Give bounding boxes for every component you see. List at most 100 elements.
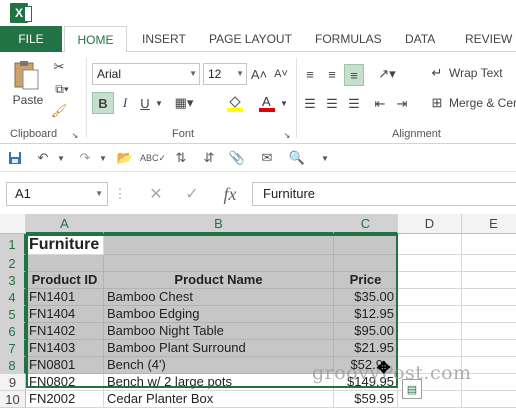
cut-icon[interactable]: ✂ [50, 58, 68, 76]
cell-product-id[interactable]: FN1402 [26, 323, 104, 340]
row-header-1[interactable]: 1 [0, 234, 26, 255]
cell-product-id[interactable]: FN2002 [26, 391, 104, 408]
orientation-icon[interactable]: ↗▾ [372, 64, 402, 84]
font-size-combo[interactable]: 12 ▼ [203, 63, 247, 85]
chevron-down-icon[interactable]: ▼ [52, 149, 70, 167]
chevron-down-icon[interactable]: ▼ [279, 92, 289, 114]
align-top-icon[interactable]: ≡ [300, 64, 320, 84]
cell-price[interactable]: $59.95 [334, 391, 398, 408]
cell-d1[interactable] [398, 234, 462, 255]
print-preview-icon[interactable]: 🔍 [288, 149, 306, 167]
formula-input[interactable]: Furniture [252, 182, 516, 206]
column-header-e[interactable]: E [462, 214, 516, 234]
wrap-text-icon[interactable]: ↵ [428, 64, 446, 82]
align-right-icon[interactable]: ☰ [344, 94, 364, 114]
row-header-3[interactable]: 3 [0, 272, 26, 289]
redo-icon[interactable]: ↷ [76, 149, 94, 167]
align-middle-icon[interactable]: ≡ [322, 64, 342, 84]
excel-app-icon[interactable]: X [10, 3, 32, 23]
underline-button[interactable]: U [136, 92, 154, 114]
borders-icon[interactable]: ▦▾ [172, 92, 196, 114]
cell-price[interactable]: $35.00 [334, 289, 398, 306]
cell-price[interactable]: $95.00 [334, 323, 398, 340]
name-box[interactable]: A1 ▼ [6, 182, 108, 206]
bold-button[interactable]: B [92, 92, 114, 114]
cell-product-name[interactable]: Bamboo Night Table [104, 323, 334, 340]
tab-file[interactable]: FILE [0, 26, 62, 52]
align-bottom-icon[interactable]: ≡ [344, 64, 364, 86]
column-header-c[interactable]: C [334, 214, 398, 234]
column-header-a[interactable]: A [26, 214, 104, 234]
font-launcher-icon[interactable]: ↘ [282, 130, 292, 140]
row-header-4[interactable]: 4 [0, 289, 26, 306]
cell-d3[interactable] [398, 272, 462, 289]
tab-home[interactable]: HOME [64, 26, 127, 53]
row-header-10[interactable]: 10 [0, 391, 26, 408]
header-product-name[interactable]: Product Name [104, 272, 334, 289]
cell-price[interactable]: $12.95 [334, 306, 398, 323]
cancel-icon[interactable]: ✕ [146, 184, 166, 204]
row-header-2[interactable]: 2 [0, 255, 26, 272]
cell-product-name[interactable]: Bamboo Chest [104, 289, 334, 306]
row-header-5[interactable]: 5 [0, 306, 26, 323]
cell-d6[interactable] [398, 323, 462, 340]
merge-center-button[interactable]: Merge & Cer [449, 94, 516, 112]
cell-product-id[interactable]: FN1401 [26, 289, 104, 306]
save-icon[interactable] [6, 149, 24, 167]
chevron-down-icon[interactable]: ▼ [94, 149, 112, 167]
row-header-9[interactable]: 9 [0, 374, 26, 391]
cell-product-id[interactable]: FN1403 [26, 340, 104, 357]
cell-d2[interactable] [398, 255, 462, 272]
cell-d5[interactable] [398, 306, 462, 323]
column-header-b[interactable]: B [104, 214, 334, 234]
quick-analysis-icon[interactable]: ▤ [402, 379, 422, 399]
cell-product-id[interactable]: FN0802 [26, 374, 104, 391]
font-color-icon[interactable]: A [256, 92, 278, 114]
insert-function-button[interactable]: fx [218, 182, 242, 206]
tab-review[interactable]: REVIEW [457, 26, 516, 52]
clipboard-launcher-icon[interactable]: ↘ [70, 130, 80, 140]
tab-formulas[interactable]: FORMULAS [307, 26, 390, 52]
spelling-icon[interactable]: ABC✓ [140, 149, 166, 167]
cell-e7[interactable] [462, 340, 516, 357]
cell-product-id[interactable]: FN0801 [26, 357, 104, 374]
row-header-8[interactable]: 8 [0, 357, 26, 374]
header-product-id[interactable]: Product ID [26, 272, 104, 289]
cell-e4[interactable] [462, 289, 516, 306]
row-header-7[interactable]: 7 [0, 340, 26, 357]
enter-icon[interactable]: ✓ [182, 184, 202, 204]
customize-qat-icon[interactable]: ▼ [316, 149, 334, 167]
tab-data[interactable]: DATA [397, 26, 443, 52]
merge-center-icon[interactable]: ⊞ [428, 94, 446, 112]
select-all-corner[interactable] [0, 214, 26, 234]
cell-b2[interactable] [104, 255, 334, 272]
cell-e3[interactable] [462, 272, 516, 289]
cell-product-name[interactable]: Bench (4') [104, 357, 334, 374]
cell-product-name[interactable]: Bench w/ 2 large pots [104, 374, 334, 391]
cell-price[interactable]: $21.95 [334, 340, 398, 357]
column-header-d[interactable]: D [398, 214, 462, 234]
copy-icon[interactable]: ⧉▾ [50, 80, 74, 98]
fill-color-icon[interactable] [224, 92, 246, 114]
font-name-combo[interactable]: Arial ▼ [92, 63, 200, 85]
cell-b1[interactable] [104, 234, 334, 255]
tab-insert[interactable]: INSERT [134, 26, 194, 52]
increase-indent-icon[interactable]: ⇥ [392, 94, 412, 114]
cell-e10[interactable] [462, 391, 516, 408]
cell-product-id[interactable]: FN1404 [26, 306, 104, 323]
cell-product-name[interactable]: Cedar Planter Box [104, 391, 334, 408]
cell-e2[interactable] [462, 255, 516, 272]
cell-e5[interactable] [462, 306, 516, 323]
chevron-down-icon[interactable]: ▼ [154, 92, 164, 114]
sort-descending-icon[interactable]: ⇵ [200, 149, 218, 167]
tab-page-layout[interactable]: PAGE LAYOUT [201, 26, 300, 52]
align-left-icon[interactable]: ☰ [300, 94, 320, 114]
cell-product-name[interactable]: Bamboo Edging [104, 306, 334, 323]
cell-a1[interactable]: Furniture [26, 234, 104, 255]
row-header-6[interactable]: 6 [0, 323, 26, 340]
shrink-font-icon[interactable]: A˅ [272, 65, 290, 83]
cell-d7[interactable] [398, 340, 462, 357]
format-painter-icon[interactable]: 🖌 [50, 102, 68, 120]
cell-product-name[interactable]: Bamboo Plant Surround [104, 340, 334, 357]
decrease-indent-icon[interactable]: ⇤ [370, 94, 390, 114]
